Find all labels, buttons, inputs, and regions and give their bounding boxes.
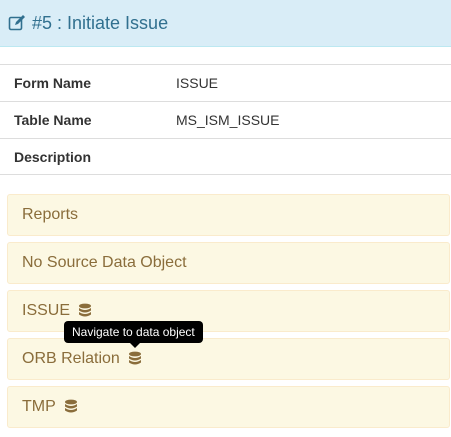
table-row: Description bbox=[0, 138, 451, 175]
tooltip-arrow bbox=[130, 343, 140, 348]
table-row: Form Name ISSUE bbox=[0, 64, 451, 101]
table-name-value: MS_ISM_ISSUE bbox=[176, 112, 280, 128]
database-icon[interactable] bbox=[64, 399, 78, 415]
panel-label: Reports bbox=[22, 206, 79, 223]
table-row: Table Name MS_ISM_ISSUE bbox=[0, 101, 451, 138]
page-header: #5 : Initiate Issue bbox=[0, 0, 451, 47]
panel-label: ORB Relation bbox=[22, 350, 120, 367]
edit-icon bbox=[8, 15, 25, 31]
form-name-value: ISSUE bbox=[176, 75, 219, 91]
panel-label: No Source Data Object bbox=[22, 254, 187, 271]
form-info-table: Form Name ISSUE Table Name MS_ISM_ISSUE … bbox=[0, 64, 451, 175]
panel-tmp[interactable]: TMP bbox=[7, 386, 450, 428]
panel-label: TMP bbox=[22, 398, 56, 415]
navigate-tooltip: Navigate to data object bbox=[64, 321, 203, 348]
database-icon[interactable] bbox=[78, 303, 92, 319]
table-name-label: Table Name bbox=[14, 112, 92, 128]
tooltip-text: Navigate to data object bbox=[72, 325, 195, 339]
page-title: #5 : Initiate Issue bbox=[32, 12, 169, 33]
form-name-label: Form Name bbox=[14, 75, 92, 91]
panel-label: ISSUE bbox=[22, 302, 71, 319]
panel-no-source-data-object[interactable]: No Source Data Object bbox=[7, 242, 450, 284]
database-icon[interactable] bbox=[128, 351, 142, 367]
panel-orb-relation[interactable]: ORB Relation bbox=[7, 338, 450, 380]
panel-reports[interactable]: Reports bbox=[7, 194, 450, 236]
description-label: Description bbox=[14, 148, 92, 165]
